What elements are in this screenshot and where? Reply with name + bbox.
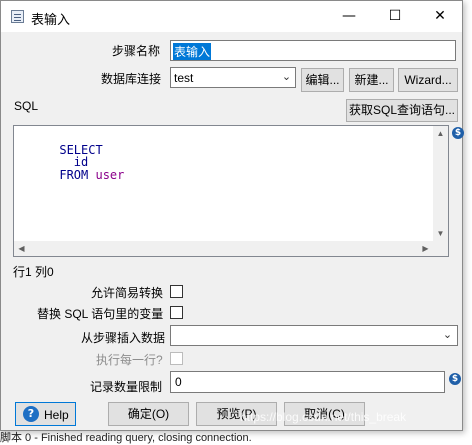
lazy-conversion-checkbox[interactable] (170, 285, 183, 298)
new-connection-button[interactable]: 新建... (349, 68, 394, 92)
sql-horizontal-scrollbar[interactable]: ◀ ▶ (14, 241, 433, 256)
insert-from-step-select[interactable]: ⌄ (170, 325, 458, 346)
title-bar[interactable]: 表输入 — ☐ ✕ (1, 1, 462, 32)
sql-label: SQL (14, 99, 39, 113)
execute-each-row-checkbox (170, 352, 183, 365)
db-connection-select[interactable]: test ⌄ (170, 67, 296, 88)
sql-line: FROM user (16, 157, 124, 193)
step-name-label: 步骤名称 (112, 44, 161, 58)
limit-value: 0 (175, 375, 182, 389)
scroll-up-arrow-icon[interactable]: ▲ (433, 126, 448, 141)
sql-editor[interactable]: SELECT id FROM user (13, 125, 449, 257)
lazy-conversion-label: 允许简易转换 (91, 286, 164, 300)
sql-table-name: user (95, 168, 125, 182)
dollar-variable-icon[interactable]: $ (449, 373, 461, 385)
watermark: https://blog.csdn.net/this_break (240, 410, 407, 424)
replace-variables-label: 替换 SQL 语句里的变量 (37, 307, 164, 321)
replace-variables-checkbox[interactable] (170, 306, 183, 319)
table-input-icon (11, 10, 24, 23)
get-sql-button[interactable]: 获取SQL查询语句... (346, 99, 458, 122)
sql-keyword: FROM (59, 168, 96, 182)
help-question-icon: ? (23, 406, 39, 422)
dollar-variable-icon[interactable]: $ (452, 127, 464, 139)
edit-connection-button[interactable]: 编辑... (301, 68, 344, 92)
wizard-button[interactable]: Wizard... (398, 68, 458, 92)
insert-from-step-label: 从步骤插入数据 (81, 331, 166, 345)
background-log-line: 脚本 0 - Finished reading query, closing c… (0, 432, 252, 444)
db-connection-value: test (174, 71, 194, 85)
ok-button[interactable]: 确定(O) (108, 402, 189, 426)
close-button[interactable]: ✕ (417, 1, 463, 32)
scroll-down-arrow-icon[interactable]: ▼ (433, 226, 448, 241)
limit-label: 记录数量限制 (90, 380, 163, 394)
table-input-dialog: 表输入 — ☐ ✕ 步骤名称 表输入 数据库连接 test ⌄ 编辑... 新建… (0, 0, 464, 431)
cursor-position: 行1 列0 (13, 265, 54, 279)
db-connection-label: 数据库连接 (101, 72, 162, 86)
minimize-button[interactable]: — (326, 1, 372, 32)
step-name-input[interactable]: 表输入 (170, 40, 456, 61)
chevron-down-icon: ⌄ (281, 71, 292, 83)
scroll-right-arrow-icon[interactable]: ▶ (418, 241, 433, 256)
help-label: Help (44, 408, 69, 422)
scroll-left-arrow-icon[interactable]: ◀ (14, 241, 29, 256)
sql-vertical-scrollbar[interactable]: ▲ ▼ (433, 126, 448, 241)
help-button[interactable]: ? Help (15, 402, 76, 426)
chevron-down-icon: ⌄ (442, 329, 453, 341)
limit-input[interactable]: 0 (170, 371, 445, 393)
step-name-value: 表输入 (173, 43, 212, 60)
maximize-button[interactable]: ☐ (372, 1, 418, 32)
window-title: 表输入 (31, 12, 71, 27)
scrollbar-corner (433, 241, 448, 256)
execute-each-row-label: 执行每一行? (96, 353, 163, 367)
